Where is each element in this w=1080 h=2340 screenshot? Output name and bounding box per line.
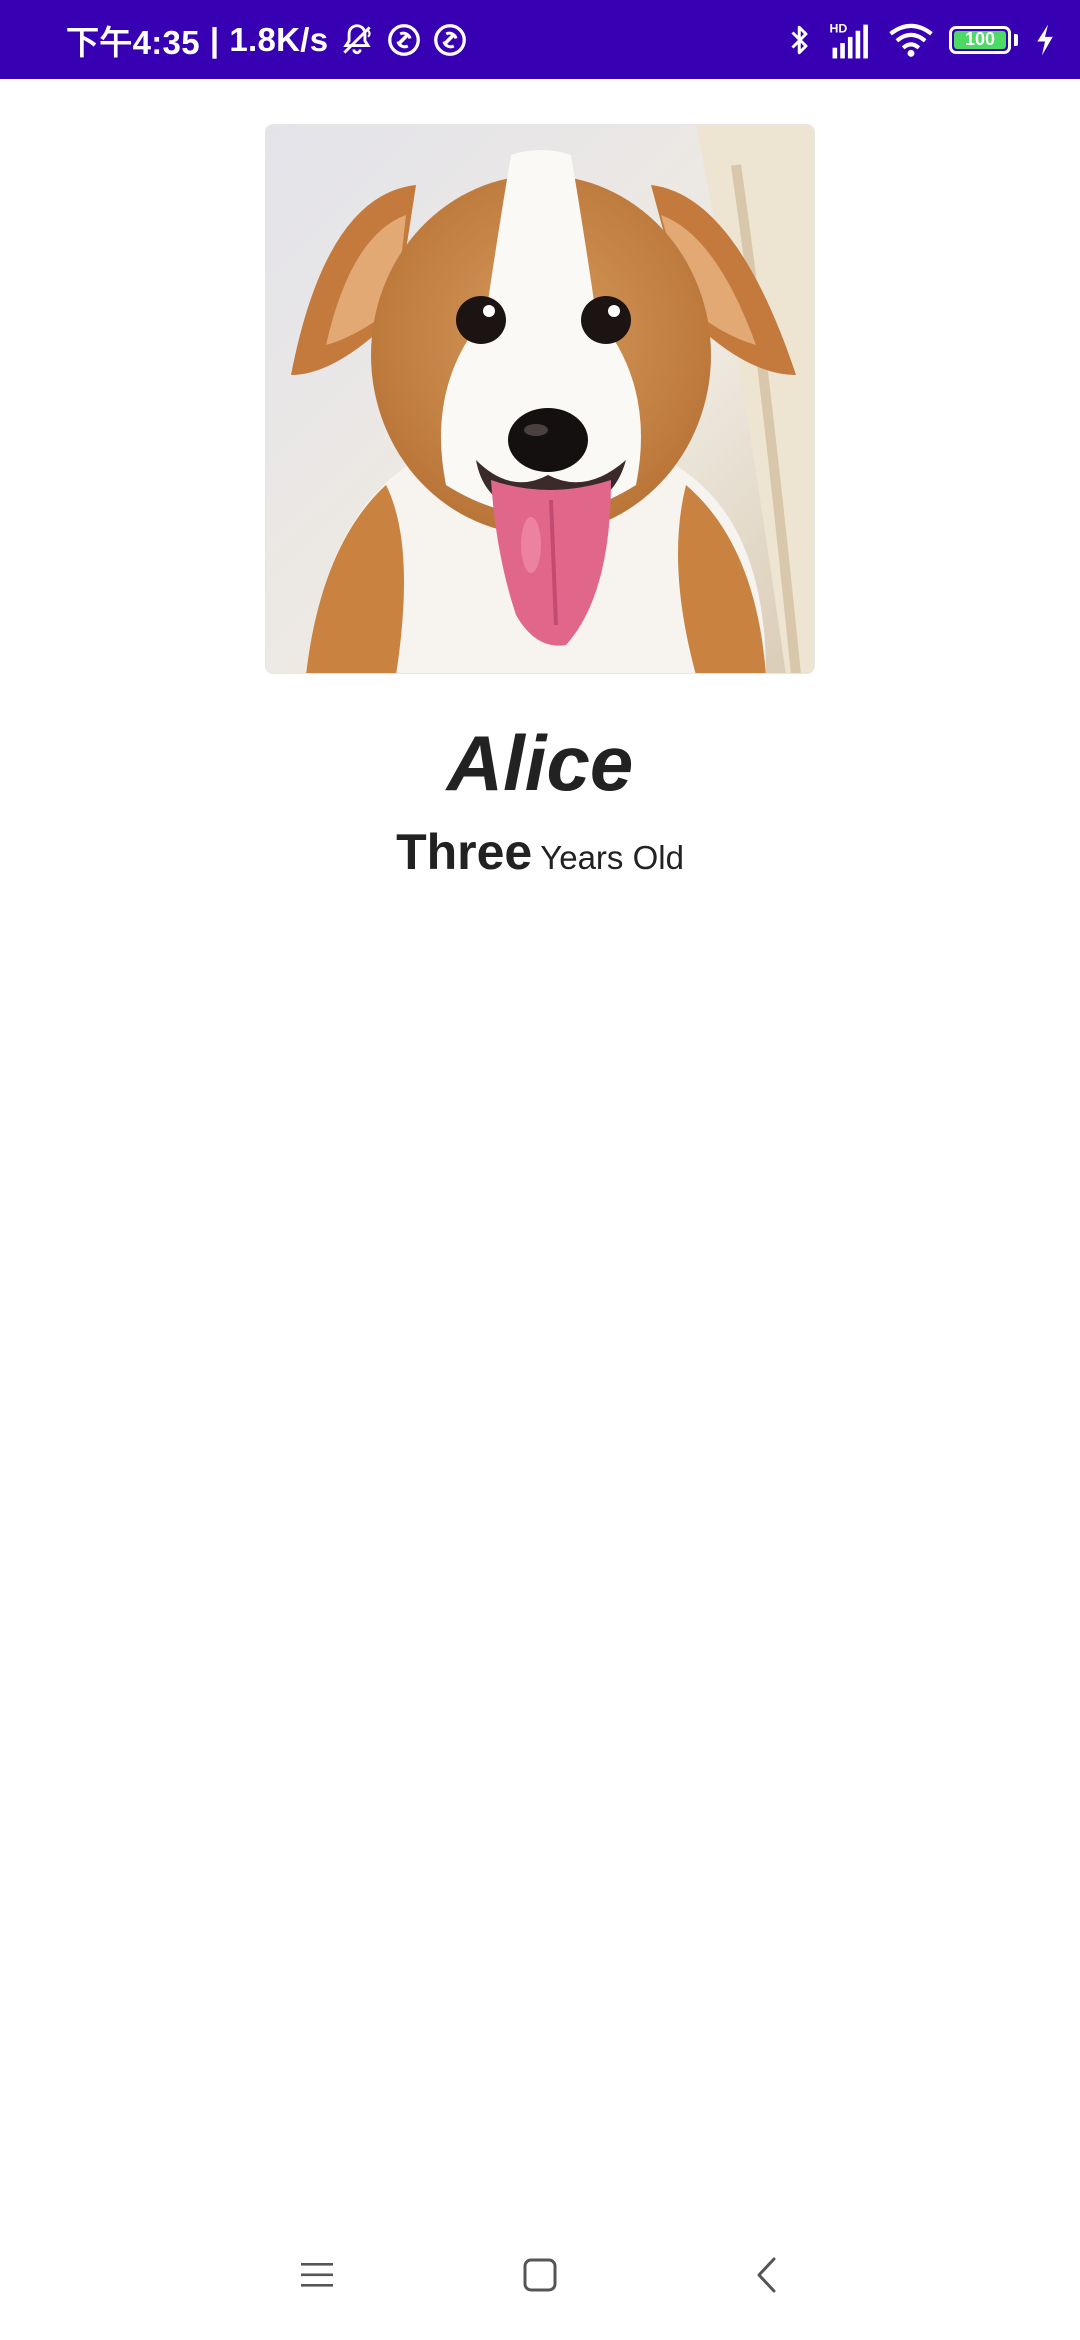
- home-icon: [522, 2257, 558, 2293]
- bell-muted-icon: [338, 21, 376, 59]
- status-right: HD 100: [787, 0, 1056, 79]
- pet-age: Three Years Old: [0, 827, 1080, 877]
- navigation-bar: [0, 2210, 1080, 2340]
- battery-level: 100: [964, 29, 996, 49]
- status-time: 下午4:35: [66, 23, 200, 61]
- sync-icon: [386, 22, 422, 58]
- hd-signal-icon: HD: [829, 20, 873, 60]
- status-bar: 下午4:35 | 1.8K/s HD 100: [0, 0, 1080, 79]
- menu-button[interactable]: [282, 2240, 352, 2310]
- battery-nub: [1014, 33, 1018, 46]
- status-separator: |: [209, 20, 220, 58]
- wifi-icon: [889, 22, 933, 58]
- bluetooth-icon: [787, 22, 813, 58]
- back-button[interactable]: [732, 2240, 802, 2310]
- pet-name: Alice: [446, 719, 634, 807]
- svg-text:HD: HD: [829, 21, 847, 35]
- dog-photo: [265, 124, 815, 674]
- battery-icon: 100: [949, 25, 1011, 54]
- charging-icon: [1034, 23, 1056, 57]
- home-button[interactable]: [505, 2240, 575, 2310]
- age-number: Three: [396, 824, 533, 880]
- status-left: 下午4:35 | 1.8K/s: [66, 0, 468, 79]
- network-speed: 1.8K/s: [229, 20, 329, 58]
- back-icon: [755, 2256, 779, 2294]
- menu-icon: [299, 2260, 335, 2290]
- age-unit: Years Old: [540, 839, 684, 876]
- sync-icon: [432, 22, 468, 58]
